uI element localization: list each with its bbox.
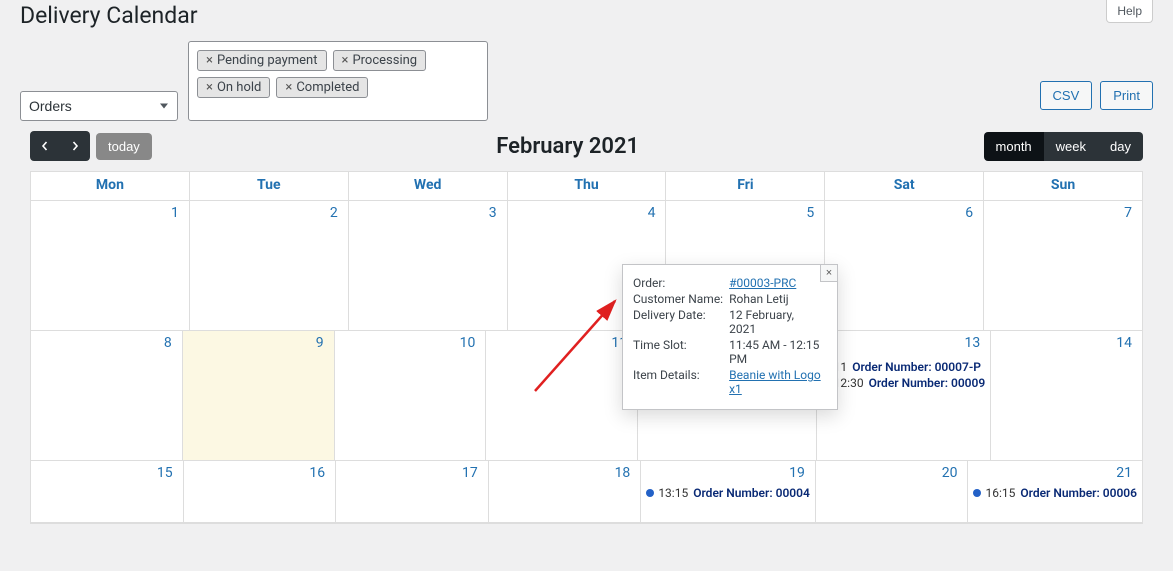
date-number: 6	[965, 205, 973, 221]
chevron-left-icon	[40, 141, 50, 151]
date-number: 19	[789, 465, 805, 481]
day-cell[interactable]: 11	[486, 331, 638, 461]
date-number: 8	[164, 335, 172, 351]
date-number: 10	[460, 335, 476, 351]
day-cell-today[interactable]: 9	[183, 331, 335, 461]
filter-tag-completed[interactable]: × Completed	[276, 77, 368, 98]
date-number: 17	[462, 465, 478, 481]
filter-tag-processing[interactable]: ×Processing	[333, 50, 427, 71]
status-filter-box[interactable]: ×Pending payment ×Processing ×On hold ×C…	[188, 41, 488, 121]
close-icon[interactable]: ×	[206, 53, 213, 68]
dow-header: Tue	[190, 172, 349, 201]
event-time: 12:30	[834, 376, 864, 390]
popover-label: Order:	[633, 275, 729, 291]
date-number: 4	[648, 205, 656, 221]
view-day-button[interactable]: day	[1098, 132, 1143, 161]
page-title: Delivery Calendar	[20, 0, 198, 41]
date-number: 18	[615, 465, 631, 481]
event-label: Order Number: 00009	[869, 376, 986, 390]
date-number: 5	[806, 205, 814, 221]
day-cell[interactable]: 19 13:15 Order Number: 00004	[641, 461, 816, 523]
close-icon[interactable]: ×	[206, 80, 213, 95]
day-cell[interactable]: 1	[31, 201, 190, 331]
day-cell[interactable]: 3	[349, 201, 508, 331]
filter-tag-label: Processing	[352, 53, 417, 68]
dow-header: Fri	[666, 172, 825, 201]
event-label: Order Number: 00004	[693, 486, 810, 500]
dow-header: Wed	[349, 172, 508, 201]
day-cell[interactable]: 8	[31, 331, 183, 461]
filter-tag-onhold[interactable]: × On hold	[197, 77, 270, 98]
prev-button[interactable]	[30, 131, 60, 161]
event-label: Order Number: 00006	[1020, 486, 1137, 500]
day-cell[interactable]: 21 16:15 Order Number: 00006	[968, 461, 1142, 523]
event-order-00004[interactable]: 13:15 Order Number: 00004	[643, 485, 813, 501]
chevron-right-icon	[70, 141, 80, 151]
popover-order-link[interactable]: #00003-PRC	[729, 276, 796, 290]
popover-date: 12 February, 2021	[729, 307, 827, 337]
popover-label: Customer Name:	[633, 291, 729, 307]
dow-header: Sun	[984, 172, 1142, 201]
dow-header: Mon	[31, 172, 190, 201]
view-switch: month week day	[984, 132, 1143, 161]
print-button[interactable]: Print	[1100, 81, 1153, 110]
calendar-title: February 2021	[496, 134, 639, 159]
event-label: Order Number: 00007-P	[852, 360, 981, 374]
popover-label: Time Slot:	[633, 337, 729, 367]
day-cell[interactable]: 7	[984, 201, 1142, 331]
date-number: 9	[316, 335, 324, 351]
event-popover: × Order:#00003-PRC Customer Name:Rohan L…	[622, 264, 838, 410]
calendar-grid: Mon Tue Wed Thu Fri Sat Sun 1 2 3 4 5 6 …	[30, 171, 1143, 524]
day-cell[interactable]: 13 11Order Number: 00007-P 12:30 Order Nu…	[817, 331, 992, 461]
dow-header: Thu	[508, 172, 667, 201]
type-select[interactable]: Orders	[20, 91, 178, 121]
day-cell[interactable]: 16	[184, 461, 337, 523]
help-button[interactable]: Help	[1106, 0, 1153, 23]
event-order-00007[interactable]: 11Order Number: 00007-P	[819, 359, 989, 375]
date-number: 15	[157, 465, 173, 481]
popover-item-link[interactable]: Beanie with Logo x1	[729, 368, 821, 396]
close-icon[interactable]: ×	[285, 80, 292, 95]
csv-button[interactable]: CSV	[1040, 81, 1093, 110]
nav-buttons	[30, 131, 90, 161]
day-cell[interactable]: 20	[816, 461, 969, 523]
event-time: 13:15	[658, 486, 688, 500]
date-number: 1	[171, 205, 179, 221]
date-number: 20	[942, 465, 958, 481]
dow-header: Sat	[825, 172, 984, 201]
day-cell[interactable]: 15	[31, 461, 184, 523]
event-order-00009[interactable]: 12:30 Order Number: 00009	[819, 375, 989, 391]
event-order-00006[interactable]: 16:15 Order Number: 00006	[970, 485, 1140, 501]
filter-tag-label: On hold	[217, 80, 261, 95]
day-cell[interactable]: 10	[335, 331, 487, 461]
view-month-button[interactable]: month	[984, 132, 1044, 161]
filter-tag-pending[interactable]: × Pending payment	[197, 50, 327, 71]
date-number: 7	[1124, 205, 1132, 221]
day-cell[interactable]: 17	[336, 461, 489, 523]
day-cell[interactable]: 2	[190, 201, 349, 331]
date-number: 14	[1116, 335, 1132, 351]
popover-customer: Rohan Letij	[729, 291, 827, 307]
filter-tag-label: Pending payment	[217, 53, 318, 68]
day-cell[interactable]: 18	[489, 461, 642, 523]
date-number: 16	[309, 465, 325, 481]
filter-tag-label: Completed	[296, 80, 359, 95]
view-week-button[interactable]: week	[1044, 132, 1098, 161]
popover-close-button[interactable]: ×	[820, 264, 838, 282]
popover-label: Item Details:	[633, 367, 729, 397]
today-button[interactable]: today	[96, 133, 152, 160]
close-icon[interactable]: ×	[342, 53, 349, 68]
date-number: 13	[965, 335, 981, 351]
popover-label: Delivery Date:	[633, 307, 729, 337]
date-number: 3	[489, 205, 497, 221]
type-select-wrap: Orders	[20, 91, 178, 121]
day-cell[interactable]: 14	[991, 331, 1142, 461]
date-number: 2	[330, 205, 338, 221]
event-time: 16:15	[985, 486, 1015, 500]
next-button[interactable]	[60, 131, 90, 161]
day-cell[interactable]: 6	[825, 201, 984, 331]
popover-slot: 11:45 AM - 12:15 PM	[729, 337, 827, 367]
date-number: 21	[1116, 465, 1132, 481]
